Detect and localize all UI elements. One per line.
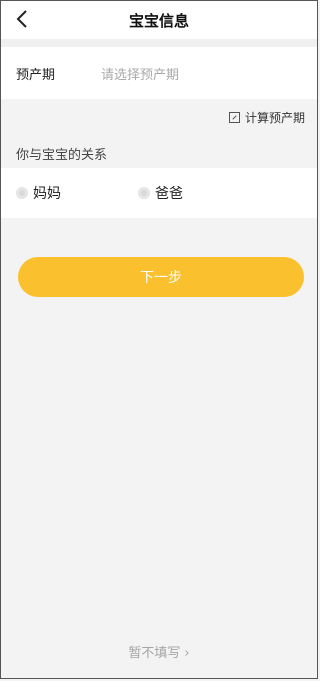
chevron-right-icon: › xyxy=(184,646,190,661)
back-button[interactable] xyxy=(11,8,33,30)
relation-option-mom[interactable]: 妈妈 xyxy=(16,168,61,218)
page-title: 宝宝信息 xyxy=(128,11,189,30)
app-screen: 宝宝信息 预产期 请选择预产期 计算预产期 你与宝宝的关系 妈妈 爸爸 下一步 … xyxy=(0,0,318,679)
radio-dad[interactable] xyxy=(138,187,150,199)
edit-box-icon xyxy=(228,112,240,123)
relation-section-label: 你与宝宝的关系 xyxy=(16,148,108,163)
calculate-due-date-link[interactable]: 计算预产期 xyxy=(228,109,305,126)
skip-label: 暂不填写 xyxy=(128,646,181,661)
relation-option-dad[interactable]: 爸爸 xyxy=(138,168,183,218)
top-navbar: 宝宝信息 xyxy=(1,1,317,39)
skip-link[interactable]: 暂不填写 › xyxy=(1,642,317,661)
chevron-left-icon xyxy=(16,10,27,28)
due-date-placeholder[interactable]: 请选择预产期 xyxy=(101,64,179,83)
radio-mom[interactable] xyxy=(16,187,28,199)
relation-option-dad-label: 爸爸 xyxy=(155,186,183,202)
relation-options-row: 妈妈 爸爸 xyxy=(1,168,317,218)
calculate-due-date-label: 计算预产期 xyxy=(244,111,305,125)
relation-option-mom-label: 妈妈 xyxy=(33,186,61,202)
section-divider xyxy=(1,39,317,47)
due-date-row[interactable]: 预产期 请选择预产期 xyxy=(1,47,317,99)
next-step-button[interactable]: 下一步 xyxy=(18,257,304,297)
due-date-label: 预产期 xyxy=(16,67,56,83)
